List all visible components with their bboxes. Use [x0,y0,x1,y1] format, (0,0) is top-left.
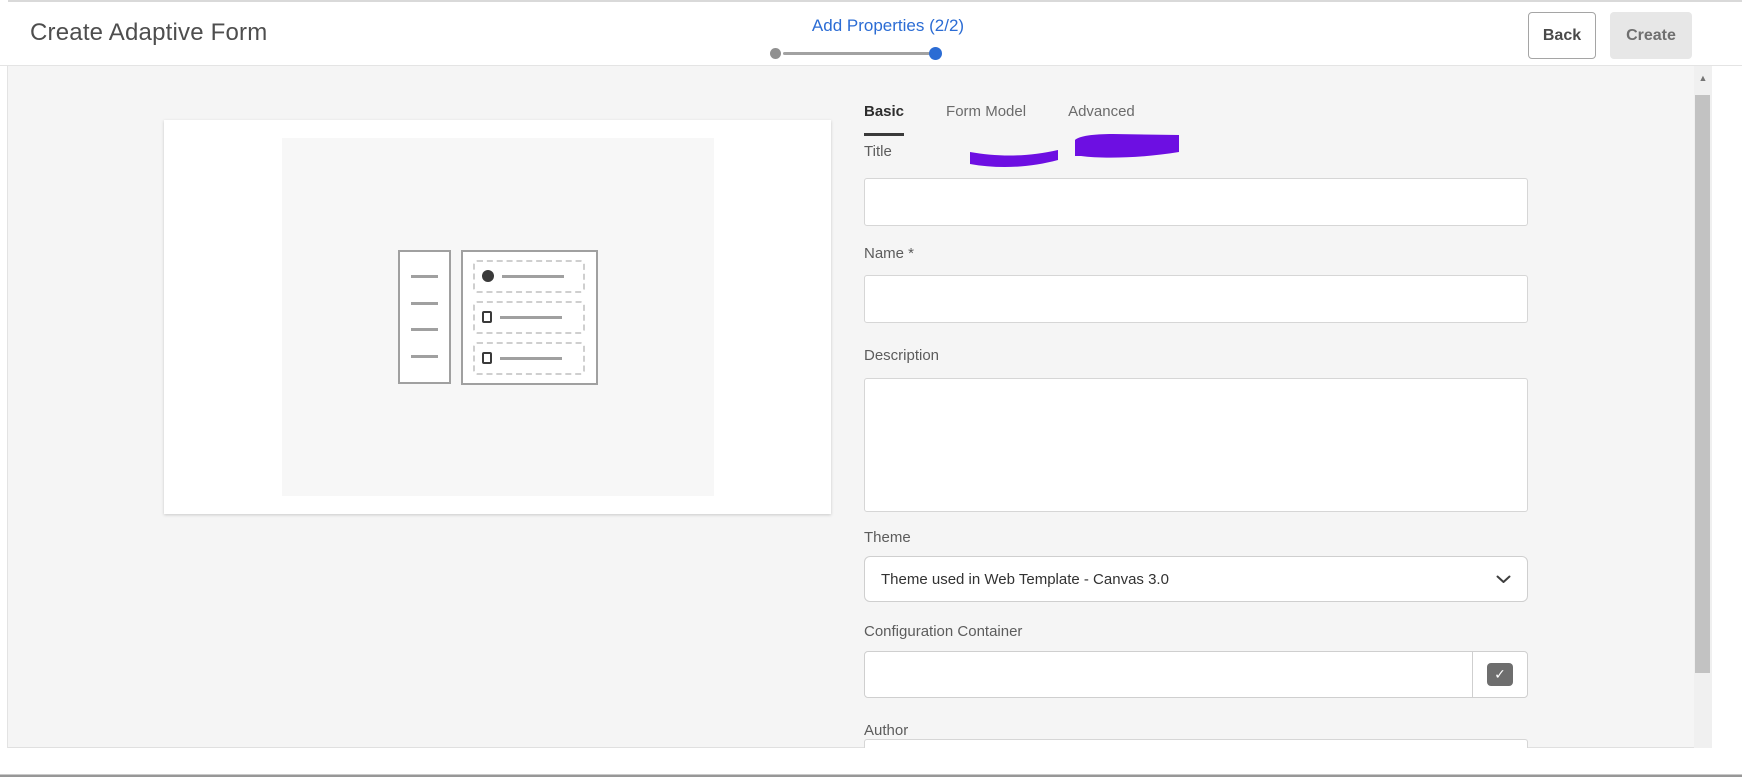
checkbox-icon [482,311,492,323]
scroll-up-arrow-icon[interactable]: ▲ [1694,70,1712,86]
check-icon: ✓ [1487,663,1513,686]
tab-basic[interactable]: Basic [864,103,905,136]
checkbox-row-graphic [473,341,585,375]
checkbox-row-graphic [473,300,585,334]
properties-tabs: Basic Form Model Advanced [864,103,1135,136]
form-template-illustration-icon [397,249,598,385]
theme-selected-value: Theme used in Web Template - Canvas 3.0 [881,570,1169,588]
theme-select[interactable]: Theme used in Web Template - Canvas 3.0 [864,556,1528,602]
description-textarea[interactable] [864,378,1528,512]
configuration-container-label: Configuration Container [864,623,1023,640]
tab-advanced[interactable]: Advanced [1068,103,1135,136]
progress-track [783,52,930,55]
back-button[interactable]: Back [1528,12,1596,59]
author-label: Author [864,722,909,739]
description-label: Description [864,347,940,364]
tab-form-model[interactable]: Form Model [946,103,1026,136]
configuration-container-confirm-button[interactable]: ✓ [1473,652,1527,697]
wizard-header: Create Adaptive Form Add Properties (2/2… [0,2,1742,66]
bottom-divider [0,774,1742,777]
name-input[interactable] [864,275,1528,323]
checkbox-icon [482,352,492,364]
template-thumbnail [281,138,714,496]
name-label: Name * [864,245,915,262]
step-indicator-label: Add Properties (2/2) [811,16,965,35]
create-adaptive-form-dialog: Create Adaptive Form Add Properties (2/2… [0,0,1742,779]
title-input[interactable] [864,178,1528,226]
create-button[interactable]: Create [1610,12,1692,59]
page-title: Create Adaptive Form [30,19,268,46]
progress-dot-step2-current [929,47,942,60]
scrollbar-thumb[interactable] [1695,95,1710,673]
nav-strip-graphic [397,249,451,384]
theme-label: Theme [864,529,911,546]
title-label: Title [864,143,892,160]
radio-row-graphic [473,259,585,293]
template-preview-card [164,120,831,514]
chevron-down-icon [1496,575,1511,584]
radio-bullet-icon [482,270,494,282]
author-input[interactable] [864,739,1528,748]
configuration-container-field: ✓ [864,651,1528,698]
form-panel-graphic [460,249,598,385]
configuration-container-input[interactable] [865,652,1473,697]
progress-dot-step1 [770,48,781,59]
